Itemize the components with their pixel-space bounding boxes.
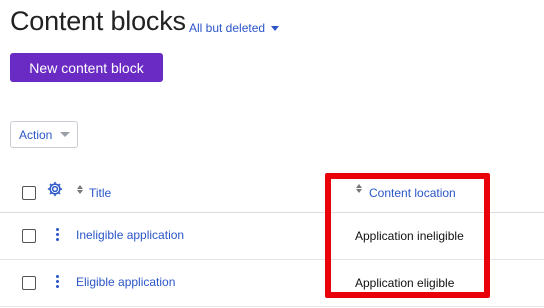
column-header-content-location[interactable]: Content location <box>369 186 456 200</box>
sort-icon[interactable] <box>77 185 83 194</box>
row-title-link[interactable]: Ineligible application <box>76 228 184 242</box>
sort-icon[interactable] <box>356 184 362 193</box>
row-checkbox[interactable] <box>22 276 36 290</box>
status-filter-dropdown[interactable]: All but deleted <box>189 21 280 35</box>
kebab-menu-icon[interactable] <box>52 226 62 244</box>
action-select-label: Action <box>19 127 53 142</box>
table-row: Eligible application Application eligibl… <box>0 260 544 307</box>
status-filter-label: All but deleted <box>189 21 266 35</box>
action-select[interactable]: Action <box>10 121 78 148</box>
row-content-location: Application eligible <box>355 276 455 290</box>
select-all-checkbox[interactable] <box>22 186 36 200</box>
row-content-location: Application ineligible <box>355 229 464 243</box>
new-content-block-button[interactable]: New content block <box>10 53 163 82</box>
row-checkbox[interactable] <box>22 229 36 243</box>
chevron-down-icon <box>271 26 280 31</box>
page-title: Content blocks <box>10 6 186 36</box>
table-row: Ineligible application Application ineli… <box>0 213 544 260</box>
table-header-row: Title Content location <box>0 168 544 213</box>
chevron-down-icon <box>60 132 71 137</box>
column-header-title[interactable]: Title <box>89 186 111 200</box>
kebab-menu-icon[interactable] <box>52 273 62 291</box>
gear-icon[interactable] <box>46 180 64 198</box>
content-blocks-table: Title Content location Ineligible applic… <box>0 168 544 307</box>
row-title-link[interactable]: Eligible application <box>76 275 175 289</box>
